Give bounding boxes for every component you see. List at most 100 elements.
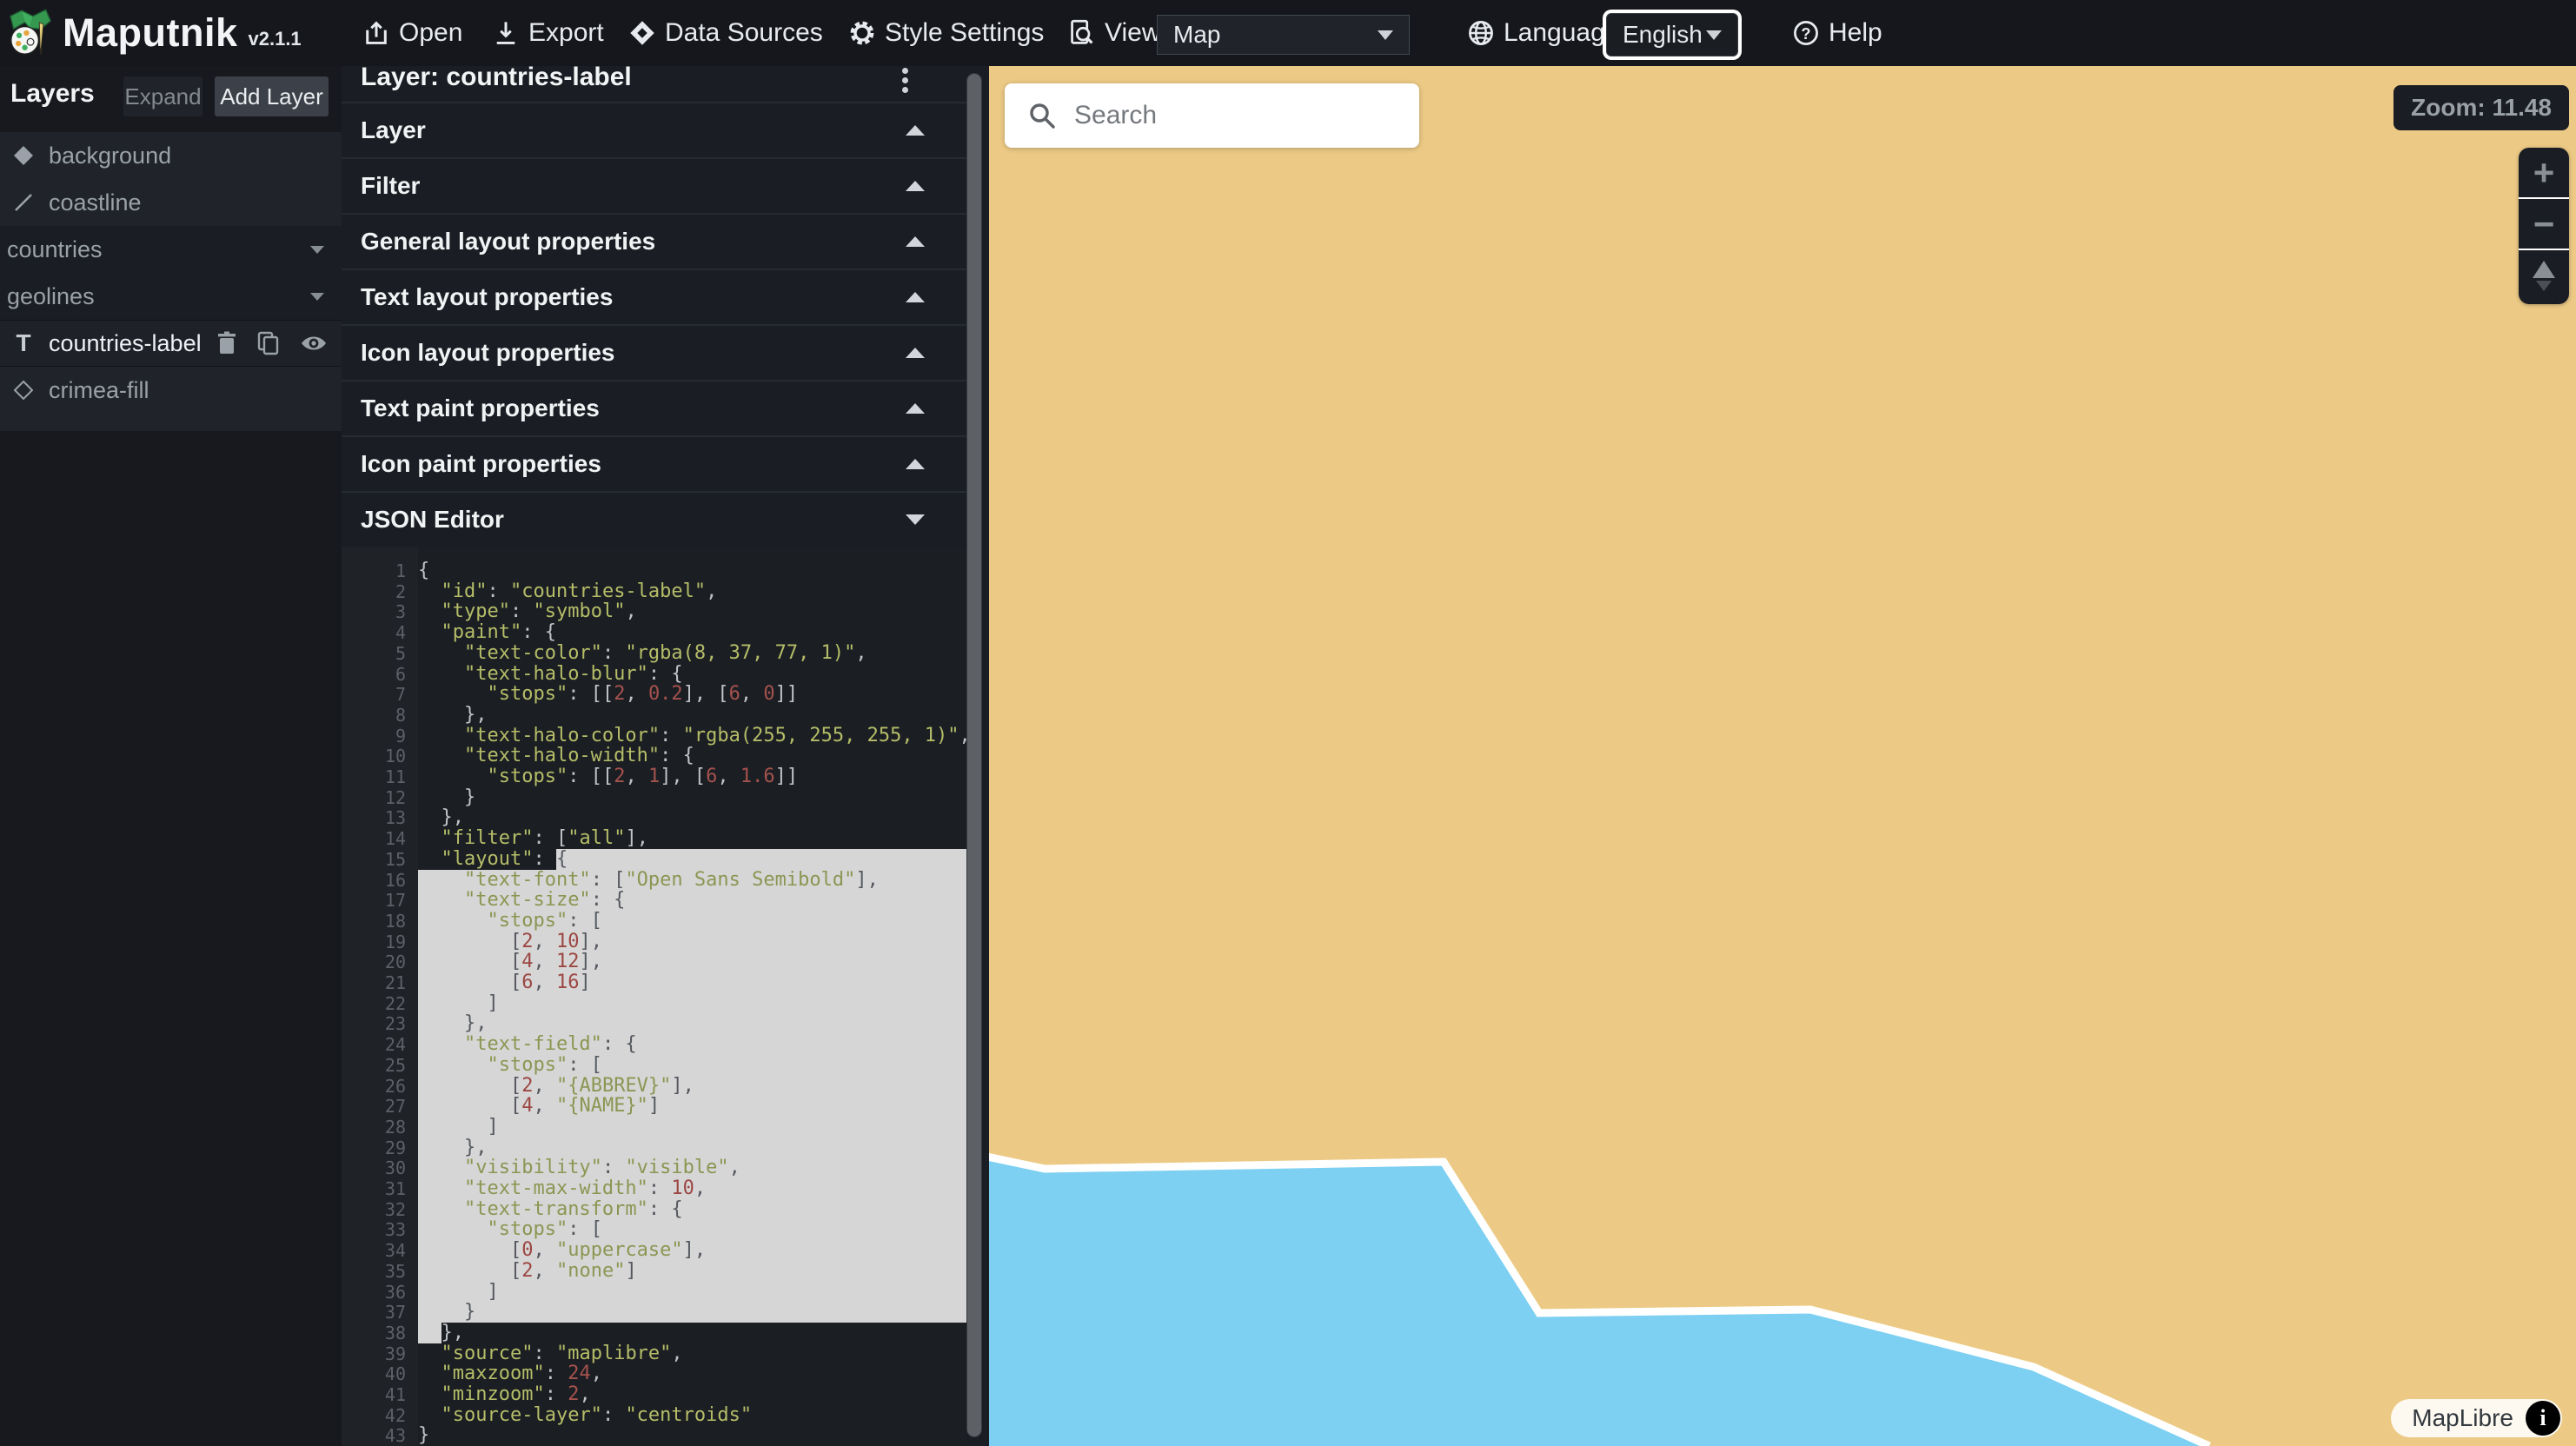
search-input[interactable] [1074, 101, 1387, 130]
section-layer[interactable]: Layer [342, 102, 966, 157]
layer-row-geolines[interactable]: geolines [0, 273, 342, 320]
code-line-3[interactable]: "type": "symbol", [418, 601, 966, 622]
code-line-36[interactable]: ] [418, 1282, 966, 1303]
zoom-in-button[interactable]: + [2519, 148, 2569, 199]
code-line-33[interactable]: "stops": [ [418, 1219, 966, 1240]
code-line-14[interactable]: "filter": ["all"], [418, 828, 966, 849]
code-line-31[interactable]: "text-max-width": 10, [418, 1178, 966, 1199]
code-line-26[interactable]: [2, "{ABBREV}"], [418, 1076, 966, 1097]
code-line-19[interactable]: [2, 10], [418, 932, 966, 952]
section-text-paint-properties[interactable]: Text paint properties [342, 380, 966, 435]
section-filter[interactable]: Filter [342, 157, 966, 213]
code-line-15[interactable]: "layout": { [418, 849, 966, 870]
code-line-21[interactable]: [6, 16] [418, 972, 966, 993]
zoom-level-indicator: Zoom: 11.48 [2393, 85, 2569, 130]
code-line-9[interactable]: "text-halo-color": "rgba(255, 255, 255, … [418, 726, 966, 746]
add-layer-button[interactable]: Add Layer [215, 76, 329, 116]
visibility-icon[interactable] [300, 334, 328, 353]
layer-row-countries[interactable]: countries [0, 226, 342, 273]
section-icon-paint-properties[interactable]: Icon paint properties [342, 435, 966, 491]
code-line-17[interactable]: "text-size": { [418, 890, 966, 911]
chevron-down-icon[interactable] [310, 246, 324, 254]
attribution-info-icon[interactable]: i [2526, 1401, 2560, 1436]
code-line-4[interactable]: "paint": { [418, 622, 966, 643]
code-line-40[interactable]: "maxzoom": 24, [418, 1363, 966, 1384]
map-search-box[interactable] [1005, 83, 1419, 148]
code-line-38[interactable]: }, [418, 1323, 966, 1343]
code-line-5[interactable]: "text-color": "rgba(8, 37, 77, 1)", [418, 643, 966, 664]
map-canvas[interactable]: Zoom: 11.48 + − MapLibre i [989, 66, 2576, 1446]
code-line-41[interactable]: "minzoom": 2, [418, 1384, 966, 1405]
code-line-13[interactable]: }, [418, 807, 966, 828]
style-settings-menu-item[interactable]: Style Settings [848, 18, 1044, 48]
code-line-8[interactable]: }, [418, 705, 966, 726]
globe-icon [1467, 19, 1495, 47]
data-sources-menu-item[interactable]: Data Sources [628, 18, 823, 48]
section-label: JSON Editor [361, 506, 504, 534]
code-line-2[interactable]: "id": "countries-label", [418, 581, 966, 602]
section-icon-layout-properties[interactable]: Icon layout properties [342, 324, 966, 380]
layer-editor-title-row: Layer: countries-label [342, 66, 966, 102]
section-json-editor[interactable]: JSON Editor [342, 491, 966, 547]
layer-row-background[interactable]: background [0, 132, 342, 179]
code-line-23[interactable]: }, [418, 1013, 966, 1034]
compass-south-icon [2536, 281, 2552, 291]
code-line-29[interactable]: }, [418, 1138, 966, 1158]
code-line-39[interactable]: "source": "maplibre", [418, 1343, 966, 1364]
panel-scrollbar[interactable] [966, 73, 982, 1439]
code-line-35[interactable]: [2, "none"] [418, 1261, 966, 1282]
duplicate-icon[interactable] [256, 330, 281, 356]
line-number: 20 [354, 952, 406, 972]
compass-button[interactable] [2519, 250, 2569, 302]
panel-scrollbar-thumb[interactable] [966, 73, 982, 1437]
code-line-34[interactable]: [0, "uppercase"], [418, 1240, 966, 1261]
expand-button[interactable]: Expand [123, 76, 202, 116]
line-icon [10, 191, 37, 214]
language-select[interactable]: English [1606, 13, 1738, 56]
code-line-1[interactable]: { [418, 560, 966, 581]
line-number: 5 [354, 643, 406, 664]
code-line-12[interactable]: } [418, 787, 966, 808]
code-line-25[interactable]: "stops": [ [418, 1055, 966, 1076]
code-line-42[interactable]: "source-layer": "centroids" [418, 1405, 966, 1426]
json-editor[interactable]: 1234567891011121314151617181920212223242… [342, 547, 966, 1446]
code-line-30[interactable]: "visibility": "visible", [418, 1157, 966, 1178]
language-label: Language [1504, 18, 1619, 48]
code-line-18[interactable]: "stops": [ [418, 911, 966, 932]
line-number: 17 [354, 890, 406, 911]
code-line-43[interactable]: } [418, 1425, 966, 1446]
code-line-6[interactable]: "text-halo-blur": { [418, 664, 966, 685]
code-line-20[interactable]: [4, 12], [418, 952, 966, 972]
view-select[interactable]: Map [1157, 15, 1410, 55]
layer-menu-kebab-icon[interactable] [902, 66, 909, 96]
export-menu-item[interactable]: Export [492, 18, 604, 48]
help-menu-item[interactable]: ? Help [1792, 18, 1882, 48]
line-number: 16 [354, 870, 406, 891]
line-number: 14 [354, 828, 406, 849]
open-menu-item[interactable]: Open [362, 18, 462, 48]
zoom-out-button[interactable]: − [2519, 199, 2569, 250]
code-line-32[interactable]: "text-transform": { [418, 1199, 966, 1220]
line-number: 31 [354, 1178, 406, 1199]
code-line-24[interactable]: "text-field": { [418, 1034, 966, 1055]
chevron-down-icon[interactable] [310, 293, 324, 301]
code-line-16[interactable]: "text-font": ["Open Sans Semibold"], [418, 870, 966, 891]
code-line-10[interactable]: "text-halo-width": { [418, 746, 966, 766]
code-line-28[interactable]: ] [418, 1117, 966, 1138]
layer-row-countries-label[interactable]: Tcountries-label [0, 320, 342, 367]
section-text-layout-properties[interactable]: Text layout properties [342, 269, 966, 324]
open-label: Open [399, 18, 462, 48]
code-line-37[interactable]: } [418, 1302, 966, 1323]
code-line-27[interactable]: [4, "{NAME}"] [418, 1096, 966, 1117]
code-line-11[interactable]: "stops": [[2, 1], [6, 1.6]] [418, 766, 966, 787]
json-editor-code[interactable]: { "id": "countries-label", "type": "symb… [418, 547, 966, 1446]
attribution-label[interactable]: MapLibre [2412, 1404, 2513, 1432]
layer-row-crimea-fill[interactable]: crimea-fill [0, 367, 342, 414]
section-general-layout-properties[interactable]: General layout properties [342, 213, 966, 269]
delete-icon[interactable] [216, 331, 237, 355]
code-line-7[interactable]: "stops": [[2, 0.2], [6, 0]] [418, 684, 966, 705]
line-number: 21 [354, 972, 406, 993]
code-line-22[interactable]: ] [418, 993, 966, 1014]
line-number: 15 [354, 849, 406, 870]
layer-row-coastline[interactable]: coastline [0, 179, 342, 226]
